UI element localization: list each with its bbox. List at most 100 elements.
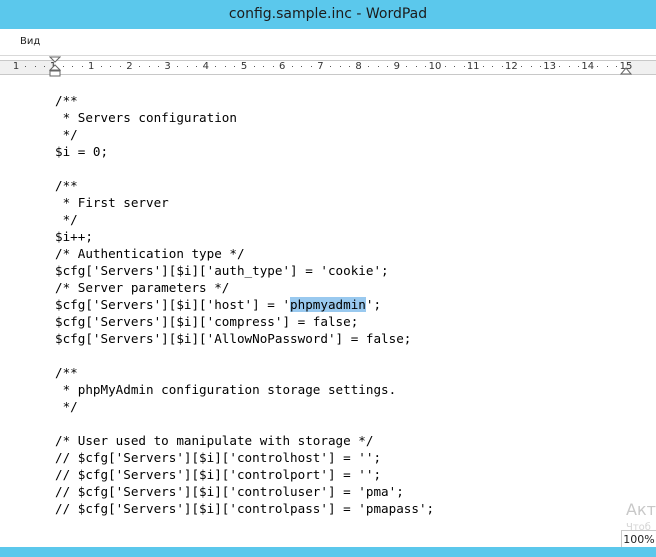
- document-line: /* Authentication type */: [55, 246, 245, 261]
- ruler-tick: [578, 66, 580, 67]
- right-indent-marker-icon[interactable]: [620, 63, 632, 75]
- ruler-tick: [415, 66, 417, 67]
- ruler-number: 7: [317, 61, 324, 72]
- ruler-tick: [463, 66, 465, 67]
- ruler-tick: [559, 66, 561, 67]
- indent-marker-icon[interactable]: [49, 56, 61, 77]
- ruler-tick: [177, 66, 179, 67]
- ruler-number: 6: [279, 61, 286, 72]
- ruler-tick: [272, 66, 274, 67]
- ruler-track: [0, 60, 656, 75]
- ruler-tick: [339, 66, 341, 67]
- ruler-tick: [148, 66, 150, 67]
- ruler-tick: [606, 66, 608, 67]
- document-line: // $cfg['Servers'][$i]['controlport'] = …: [55, 467, 382, 482]
- ruler-number: 14: [581, 61, 595, 72]
- document-line: /* User used to manipulate with storage …: [55, 433, 374, 448]
- ruler-tick: [530, 66, 532, 67]
- document-line: // $cfg['Servers'][$i]['controluser'] = …: [55, 484, 404, 499]
- status-bar: [0, 530, 656, 547]
- menu-item-view[interactable]: Вид: [20, 36, 40, 47]
- ruler-number: 12: [505, 61, 518, 72]
- ruler-tick: [119, 66, 121, 67]
- ruler-tick: [186, 66, 188, 67]
- ruler-number: 11: [466, 61, 480, 72]
- ruler-number: 1: [12, 61, 20, 72]
- zoom-level[interactable]: 100%: [621, 530, 656, 548]
- ruler-tick: [110, 66, 112, 67]
- ruler-tick: [501, 66, 503, 67]
- ruler-number: 10: [428, 61, 442, 72]
- document-line: $cfg['Servers'][$i]['AllowNoPassword'] =…: [55, 331, 412, 346]
- ruler-tick: [482, 66, 484, 67]
- ruler-tick: [568, 66, 570, 67]
- selected-text[interactable]: phpmyadmin: [290, 297, 366, 312]
- document-text[interactable]: /** * Servers configuration */ $i = 0; /…: [55, 92, 434, 517]
- ruler-tick: [34, 66, 36, 67]
- ruler[interactable]: 11123456789101112131415: [0, 55, 656, 78]
- document-line: * First server: [55, 195, 169, 210]
- ruler-tick: [454, 66, 456, 67]
- ruler-tick: [25, 66, 27, 67]
- ruler-tick: [387, 66, 389, 67]
- ruler-tick: [224, 66, 226, 67]
- ruler-tick: [62, 66, 64, 67]
- document-line: /**: [55, 365, 78, 380]
- ruler-tick: [444, 66, 446, 67]
- ruler-tick: [368, 66, 370, 67]
- document-line: * Servers configuration: [55, 110, 237, 125]
- ruler-tick: [234, 66, 236, 67]
- document-line: */: [55, 127, 78, 142]
- document-line: /**: [55, 178, 78, 193]
- ruler-tick: [349, 66, 351, 67]
- ruler-tick: [72, 66, 74, 67]
- ruler-tick: [81, 66, 83, 67]
- ruler-tick: [43, 66, 45, 67]
- ruler-tick: [100, 66, 102, 67]
- document-line: // $cfg['Servers'][$i]['controlpass'] = …: [55, 501, 435, 516]
- window-bottom-frame: [0, 547, 656, 557]
- document-line: $i = 0;: [55, 144, 109, 159]
- document-line: */: [55, 212, 78, 227]
- ruler-tick: [425, 66, 427, 67]
- document-area[interactable]: /** * Servers configuration */ $i = 0; /…: [0, 77, 656, 547]
- document-line: $cfg['Servers'][$i]['host'] = 'phpmyadmi…: [55, 297, 382, 312]
- ruler-tick: [263, 66, 265, 67]
- menu-bar: Вид: [0, 29, 656, 54]
- document-line: // $cfg['Servers'][$i]['controlhost'] = …: [55, 450, 382, 465]
- ruler-tick: [492, 66, 494, 67]
- ruler-tick: [196, 66, 198, 67]
- ruler-text-area: [55, 61, 626, 74]
- ruler-tick: [377, 66, 379, 67]
- title-bar: config.sample.inc - WordPad: [0, 0, 656, 29]
- ruler-number: 13: [543, 61, 556, 72]
- ruler-number: 8: [355, 61, 362, 72]
- ruler-tick: [291, 66, 293, 67]
- ruler-number: 5: [240, 61, 248, 72]
- document-line: $cfg['Servers'][$i]['auth_type'] = 'cook…: [55, 263, 389, 278]
- document-line: $i++;: [55, 229, 93, 244]
- ruler-tick: [329, 66, 331, 67]
- ruler-tick: [616, 66, 618, 67]
- ruler-number: 9: [393, 61, 400, 72]
- ruler-tick: [540, 66, 542, 67]
- document-line: /**: [55, 93, 78, 108]
- ruler-tick: [215, 66, 217, 67]
- ruler-tick: [406, 66, 408, 67]
- ruler-tick: [253, 66, 255, 67]
- document-line: $cfg['Servers'][$i]['compress'] = false;: [55, 314, 359, 329]
- activation-watermark: Акт: [626, 500, 656, 519]
- document-line: /* Server parameters */: [55, 280, 230, 295]
- ruler-tick: [310, 66, 312, 67]
- document-line: * phpMyAdmin configuration storage setti…: [55, 382, 397, 397]
- ruler-tick: [158, 66, 160, 67]
- ruler-tick: [597, 66, 599, 67]
- document-line: */: [55, 399, 78, 414]
- ruler-number: 2: [126, 61, 133, 72]
- ruler-number: 4: [202, 61, 209, 72]
- ruler-tick: [138, 66, 140, 67]
- ruler-tick: [301, 66, 303, 67]
- ruler-number: 1: [88, 61, 95, 72]
- ruler-tick: [520, 66, 522, 67]
- ruler-number: 3: [164, 61, 171, 72]
